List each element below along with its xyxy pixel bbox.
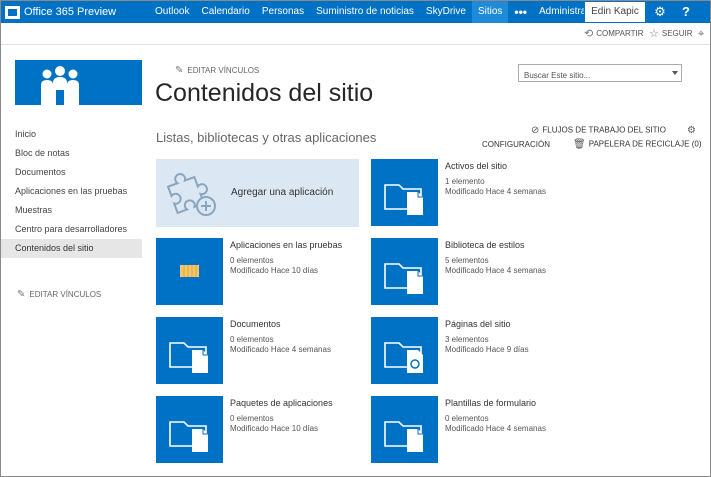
edit-links-label: EDITAR VÍNCULOS [187, 66, 260, 75]
quick-launch: Inicio Bloc de notas Documentos Aplicaci… [1, 125, 142, 258]
site-workflows-link[interactable]: ⊘ FLUJOS DE TRABAJO DEL SITIO [531, 125, 666, 136]
app-title[interactable]: Plantillas de formulario [445, 398, 546, 409]
left-nav-documentos[interactable]: Documentos [1, 163, 142, 182]
help-icon[interactable]: ? [675, 1, 697, 23]
pencil-icon: ✎ [17, 289, 26, 300]
app-item-count: 3 elementos [445, 335, 489, 344]
people-icon [41, 66, 79, 105]
brand-label: Office 365 Preview [24, 6, 117, 18]
app-modified: Modificado Hace 4 semanas [445, 187, 546, 196]
section-title: Listas, bibliotecas y otras aplicaciones [156, 130, 377, 145]
recycle-bin-label: PAPELERA DE RECICLAJE (0) [588, 139, 702, 149]
star-icon: ☆ [649, 28, 659, 40]
app-modified: Modificado Hace 9 días [445, 345, 529, 354]
office-logo-icon [5, 5, 20, 19]
edit-links-label: EDITAR VÍNCULOS [29, 290, 102, 299]
app-title[interactable]: Paquetes de aplicaciones [230, 398, 333, 409]
user-name[interactable]: Edin Kapic [584, 1, 646, 23]
workflow-icon: ⊘ [531, 125, 540, 136]
app-info-paquetes-de-aplicaciones: Paquetes de aplicaciones 0 elementos Modif… [230, 398, 333, 434]
add-app-tile[interactable]: Agregar una aplicación [156, 159, 359, 227]
recycle-bin-link[interactable]: 🗑 PAPELERA DE RECICLAJE (0) [573, 139, 701, 150]
app-tile-activos-del-sitio[interactable] [371, 159, 438, 226]
app-item-count: 1 elemento [445, 177, 485, 186]
sharepoint-window: Office 365 Preview Outlook Calendario Pe… [0, 0, 711, 477]
app-tile-paquetes-de-aplicaciones[interactable] [156, 396, 223, 463]
app-info-activos-del-sitio: Activos del sitio 1 elemento Modificado Ha… [445, 161, 546, 197]
app-item-count: 5 elementos [445, 256, 489, 265]
nav-personas[interactable]: Personas [256, 1, 310, 23]
add-app-label: Agregar una aplicación [231, 187, 334, 198]
site-logo[interactable] [15, 60, 142, 105]
left-nav-muestras[interactable]: Muestras [1, 201, 142, 220]
suite-bar: Office 365 Preview Outlook Calendario Pe… [1, 1, 710, 23]
settings-gear-icon[interactable]: ⚙ [687, 125, 699, 136]
left-nav-aplicaciones-pruebas[interactable]: Aplicaciones en las pruebas [1, 182, 142, 201]
more-apps-button[interactable]: ••• [508, 1, 533, 23]
left-nav-inicio[interactable]: Inicio [1, 125, 142, 144]
app-tile-plantillas-de-formulario[interactable] [371, 396, 438, 463]
share-icon: ⟲ [584, 28, 594, 40]
nav-suministro[interactable]: Suministro de noticias [310, 1, 420, 23]
nav-outlook[interactable]: Outlook [149, 1, 195, 23]
follow-button[interactable]: ☆ SEGUIR [649, 23, 693, 45]
app-info-documentos: Documentos 0 elementos Modificado Hace 4 s… [230, 319, 331, 355]
gear-icon[interactable]: ⚙ [649, 1, 671, 23]
edit-links-top[interactable]: ✎ EDITAR VÍNCULOS [175, 65, 259, 76]
app-item-count: 0 elementos [230, 414, 274, 423]
app-modified: Modificado Hace 10 días [230, 424, 319, 433]
focus-button[interactable]: ⌖ [698, 23, 707, 45]
left-nav-bloc-de-notas[interactable]: Bloc de notas [1, 144, 142, 163]
settings-link[interactable]: CONFIGURACIÓN [482, 140, 550, 149]
follow-label: SEGUIR [661, 29, 693, 39]
nav-calendario[interactable]: Calendario [195, 1, 255, 23]
app-info-biblioteca-de-estilos: Biblioteca de estilos 5 elementos Modifica… [445, 240, 546, 276]
app-tile-paginas-del-sitio[interactable] [371, 317, 438, 384]
app-tile-aplicaciones-en-las-pruebas[interactable] [156, 238, 223, 305]
app-modified: Modificado Hace 4 semanas [445, 266, 546, 275]
workflows-label: FLUJOS DE TRABAJO DEL SITIO [542, 125, 666, 135]
share-label: COMPARTIR [596, 29, 644, 39]
share-button[interactable]: ⟲ COMPARTIR [584, 23, 643, 45]
search-box[interactable] [518, 64, 682, 84]
recycle-bin-icon: 🗑 [573, 139, 586, 150]
search-input[interactable] [519, 67, 669, 84]
app-item-count: 0 elementos [230, 335, 274, 344]
app-tile-biblioteca-de-estilos[interactable] [371, 238, 438, 305]
app-item-count: 0 elementos [230, 256, 274, 265]
app-title[interactable]: Biblioteca de estilos [445, 240, 546, 251]
left-nav-centro-desarrolladores[interactable]: Centro para desarrolladores [1, 220, 142, 239]
app-info-paginas-del-sitio: Páginas del sitio 3 elementos Modificado H… [445, 319, 529, 355]
focus-icon: ⌖ [698, 28, 705, 40]
app-tile-documentos[interactable] [156, 317, 223, 384]
app-modified: Modificado Hace 4 semanas [230, 345, 331, 354]
app-title[interactable]: Activos del sitio [445, 161, 546, 172]
app-info-plantillas-de-formulario: Plantillas de formulario 0 elementos Modif… [445, 398, 546, 434]
app-info-aplicaciones-en-las-pruebas: Aplicaciones en las pruebas 0 elementos Mo… [230, 240, 342, 276]
nav-sitios[interactable]: Sitios [471, 1, 509, 23]
app-title[interactable]: Documentos [230, 319, 331, 330]
pencil-icon: ✎ [175, 65, 184, 76]
app-modified: Modificado Hace 10 días [230, 266, 319, 275]
edit-links-left[interactable]: ✎ EDITAR VÍNCULOS [17, 289, 101, 300]
puzzle-add-icon [166, 173, 216, 216]
search-scope-dropdown-icon[interactable] [672, 71, 678, 75]
app-item-count: 0 elementos [445, 414, 489, 423]
office-brand[interactable]: Office 365 Preview [1, 1, 149, 23]
left-nav-contenidos-sitio[interactable]: Contenidos del sitio [1, 239, 142, 258]
app-modified: Modificado Hace 4 semanas [445, 424, 546, 433]
page-title: Contenidos del sitio [155, 79, 374, 107]
top-nav: Outlook Calendario Personas Suministro d… [149, 1, 617, 23]
app-title[interactable]: Páginas del sitio [445, 319, 529, 330]
nav-skydrive[interactable]: SkyDrive [420, 1, 472, 23]
ribbon-row: ⟲ COMPARTIR ☆ SEGUIR ⌖ [1, 23, 710, 45]
app-title[interactable]: Aplicaciones en las pruebas [230, 240, 342, 251]
